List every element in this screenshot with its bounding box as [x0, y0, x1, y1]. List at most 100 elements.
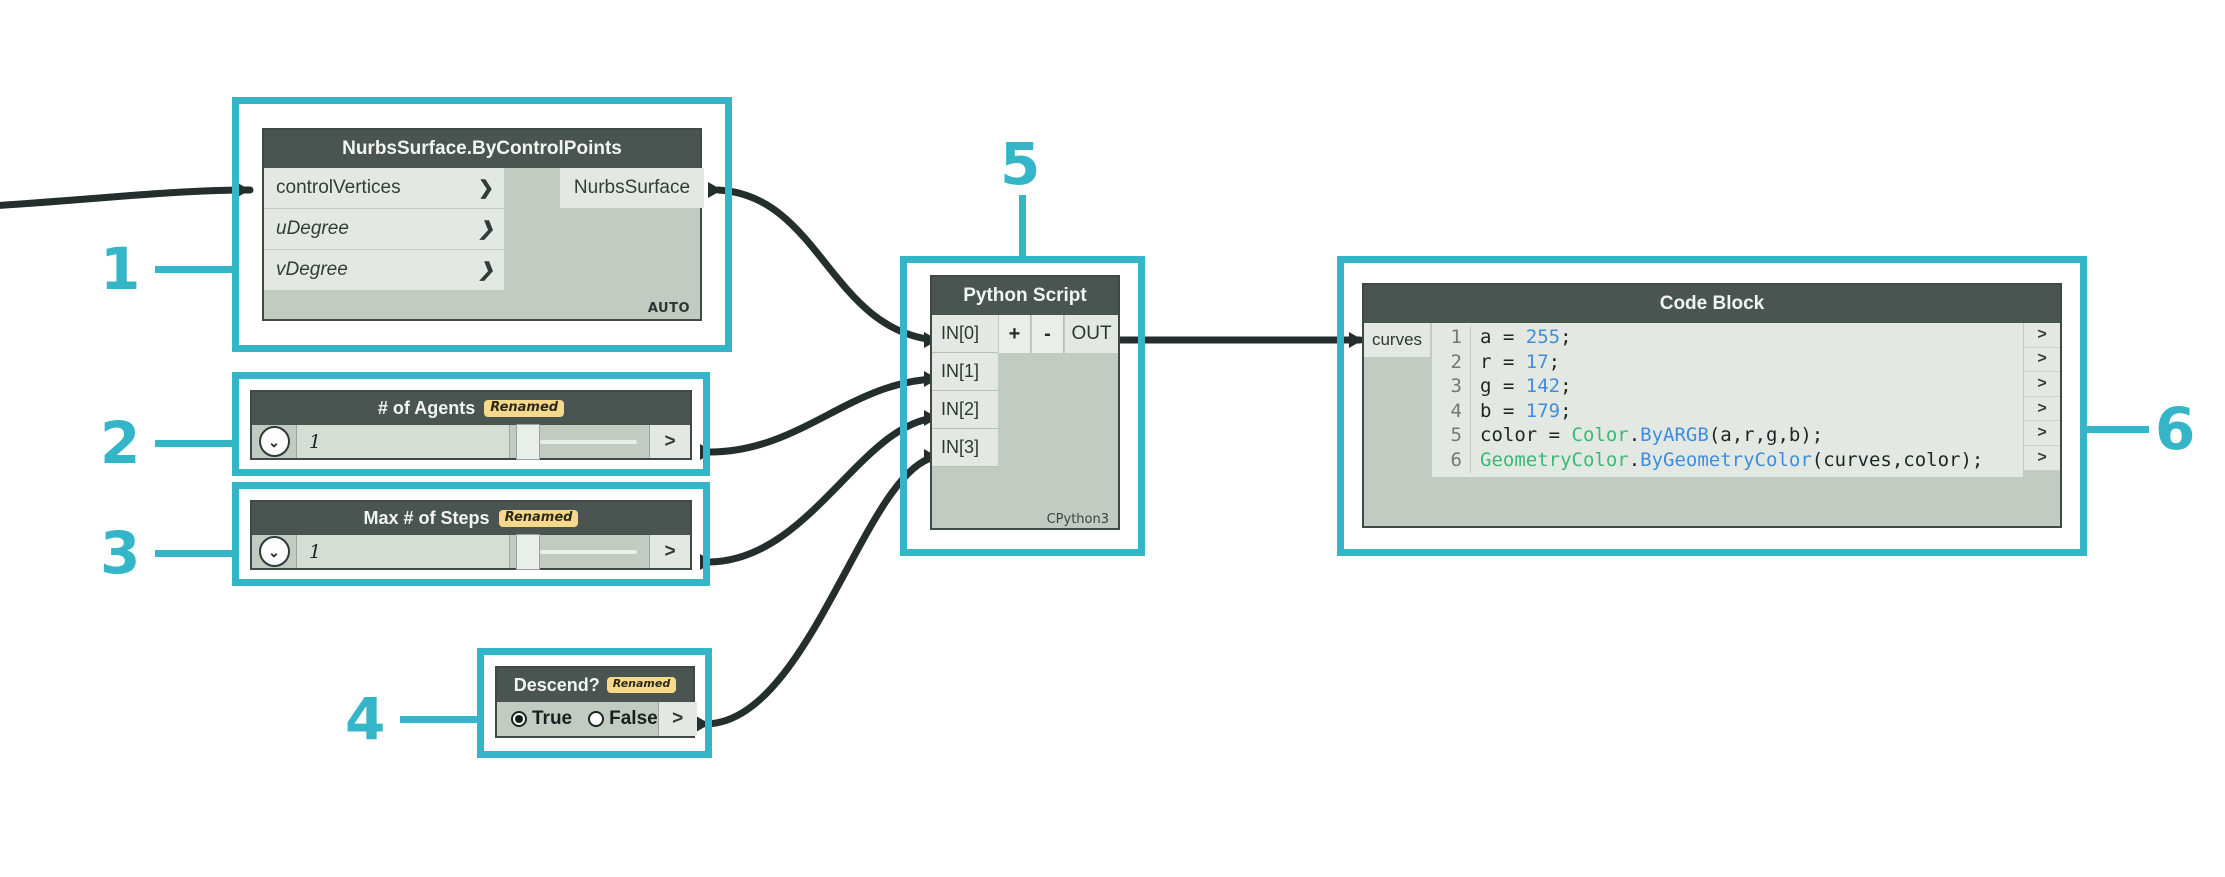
slider-expander-button[interactable]: ⌄ — [252, 425, 297, 458]
port-out-4[interactable]: > — [2024, 396, 2060, 422]
node-body: ⌄ 1 > — [252, 423, 690, 460]
node-python-script[interactable]: Python Script IN[0] IN[1] IN[2] IN[3] + — [930, 275, 1120, 530]
node-number-slider-steps[interactable]: Max # of Steps Renamed ⌄ 1 > — [250, 500, 692, 570]
radio-option-false[interactable]: False — [588, 708, 658, 730]
port-udegree[interactable]: uDegree ❯ — [264, 209, 504, 249]
code-token: Color — [1571, 424, 1629, 447]
renamed-badge: Renamed — [484, 399, 565, 418]
port-out[interactable]: OUT — [1065, 315, 1118, 353]
slider-track — [540, 549, 637, 554]
slider-expander-button[interactable]: ⌄ — [252, 535, 297, 568]
port-curves-input[interactable]: curves — [1364, 323, 1430, 357]
node-code-block[interactable]: Code Block curves 1 a = 255; 2 r = 17; 3… — [1362, 283, 2062, 528]
code-block-output-ports: > > > > > > — [2024, 323, 2060, 471]
line-number: 1 — [1432, 325, 1471, 350]
code-token: a = — [1480, 326, 1526, 348]
node-boolean-descend[interactable]: Descend? Renamed True False > — [495, 666, 697, 738]
slider-track-area[interactable] — [510, 533, 649, 570]
node-body: curves 1 a = 255; 2 r = 17; 3 g = 142; 4… — [1364, 323, 2060, 530]
code-token: g = — [1480, 375, 1526, 398]
node-title: Code Block — [1659, 293, 1765, 314]
node-nurbssurface-bycontrolpoints[interactable]: NurbsSurface.ByControlPoints controlVert… — [262, 128, 704, 321]
code-line: 3 g = 142; — [1432, 374, 2023, 399]
add-input-button[interactable]: + — [999, 315, 1031, 353]
node-title-bar: # of Agents Renamed — [252, 392, 690, 425]
line-number: 5 — [1432, 423, 1471, 448]
code-token: 142 — [1525, 375, 1561, 398]
port-label: controlVertices — [276, 177, 401, 198]
port-in-0[interactable]: IN[0] — [932, 315, 998, 353]
port-label: vDegree — [276, 259, 348, 280]
callout-line-1 — [155, 266, 235, 273]
chevron-down-icon: ⌄ — [258, 536, 290, 567]
slider-value-field[interactable]: 1 — [297, 535, 510, 568]
slider-output-port[interactable]: > — [649, 535, 690, 568]
port-out-3[interactable]: > — [2024, 372, 2060, 397]
remove-input-button[interactable]: - — [1032, 315, 1064, 353]
port-label: NurbsSurface — [573, 177, 691, 198]
chevron-right-icon: > — [664, 540, 676, 562]
port-controlvertices[interactable]: controlVertices ❯ — [264, 168, 504, 208]
slider-value-field[interactable]: 1 — [297, 425, 510, 458]
code-editor[interactable]: 1 a = 255; 2 r = 17; 3 g = 142; 4 b = 17… — [1432, 323, 2023, 477]
code-line: 4 b = 179; — [1432, 398, 2023, 424]
node-body: True False > — [497, 702, 697, 736]
line-number: 3 — [1432, 374, 1471, 399]
chevron-right-icon: > — [2037, 424, 2047, 442]
code-line: 2 r = 17; — [1432, 349, 2023, 375]
port-label: IN[1] — [941, 361, 980, 381]
code-token: ; — [1560, 375, 1572, 398]
chevron-right-icon: ❯ — [478, 177, 494, 199]
port-out-6[interactable]: > — [2024, 445, 2060, 471]
node-title-bar: Python Script — [932, 277, 1118, 315]
dynamo-graph-canvas: 1 NurbsSurface.ByControlPoints controlVe… — [0, 0, 2225, 877]
port-label: OUT — [1071, 323, 1112, 344]
chevron-down-icon: ⌄ — [258, 426, 290, 457]
node-title: Max # of Steps — [363, 508, 490, 528]
port-out-5[interactable]: > — [2024, 421, 2060, 446]
chevron-right-icon: > — [672, 708, 684, 729]
slider-output-port[interactable]: > — [649, 425, 690, 458]
code-line: 1 a = 255; — [1432, 325, 2023, 350]
node-title-bar: NurbsSurface.ByControlPoints — [264, 130, 700, 168]
code-token: 179 — [1525, 399, 1561, 422]
python-engine-label: CPython3 — [1046, 512, 1109, 527]
port-in-1[interactable]: IN[1] — [932, 353, 998, 391]
code-token: r = — [1480, 350, 1526, 373]
port-label: IN[2] — [941, 399, 980, 419]
minus-icon: - — [1044, 322, 1051, 345]
code-token: color = — [1480, 424, 1572, 447]
code-token: 255 — [1525, 326, 1561, 348]
code-token: b = — [1480, 399, 1526, 422]
port-nurbssurface-output[interactable]: NurbsSurface — [560, 168, 704, 208]
callout-number-4: 4 — [345, 685, 385, 753]
code-token: (curves,color); — [1811, 448, 1984, 471]
code-token: GeometryColor — [1480, 448, 1629, 471]
node-body: controlVertices ❯ uDegree ❯ vDegree ❯ Nu… — [264, 168, 704, 321]
slider-handle[interactable] — [516, 423, 540, 460]
slider-track-area[interactable] — [510, 423, 649, 460]
callout-number-6: 6 — [2155, 395, 2195, 463]
node-number-slider-agents[interactable]: # of Agents Renamed ⌄ 1 > — [250, 390, 692, 460]
port-out-1[interactable]: > — [2024, 323, 2060, 348]
port-in-2[interactable]: IN[2] — [932, 391, 998, 429]
callout-number-1: 1 — [100, 235, 140, 303]
port-vdegree[interactable]: vDegree ❯ — [264, 250, 504, 290]
port-out-2[interactable]: > — [2024, 347, 2060, 373]
node-title-bar: Code Block — [1364, 285, 2060, 323]
port-label: IN[3] — [941, 437, 980, 457]
node-title-bar: Descend? Renamed — [497, 668, 693, 702]
chevron-right-icon: ❯ — [478, 259, 494, 281]
boolean-output-port[interactable]: > — [657, 702, 697, 736]
plus-icon: + — [1008, 322, 1021, 345]
radio-label: False — [609, 708, 658, 729]
code-token: ; — [1548, 350, 1561, 373]
chevron-right-icon: > — [2037, 448, 2047, 466]
code-token: ByARGB — [1640, 424, 1709, 447]
slider-handle[interactable] — [516, 533, 540, 570]
radio-option-true[interactable]: True — [511, 708, 572, 730]
port-label: uDegree — [276, 218, 349, 239]
chevron-right-icon: > — [2037, 325, 2047, 343]
port-in-3[interactable]: IN[3] — [932, 429, 998, 467]
line-number: 4 — [1432, 398, 1471, 424]
